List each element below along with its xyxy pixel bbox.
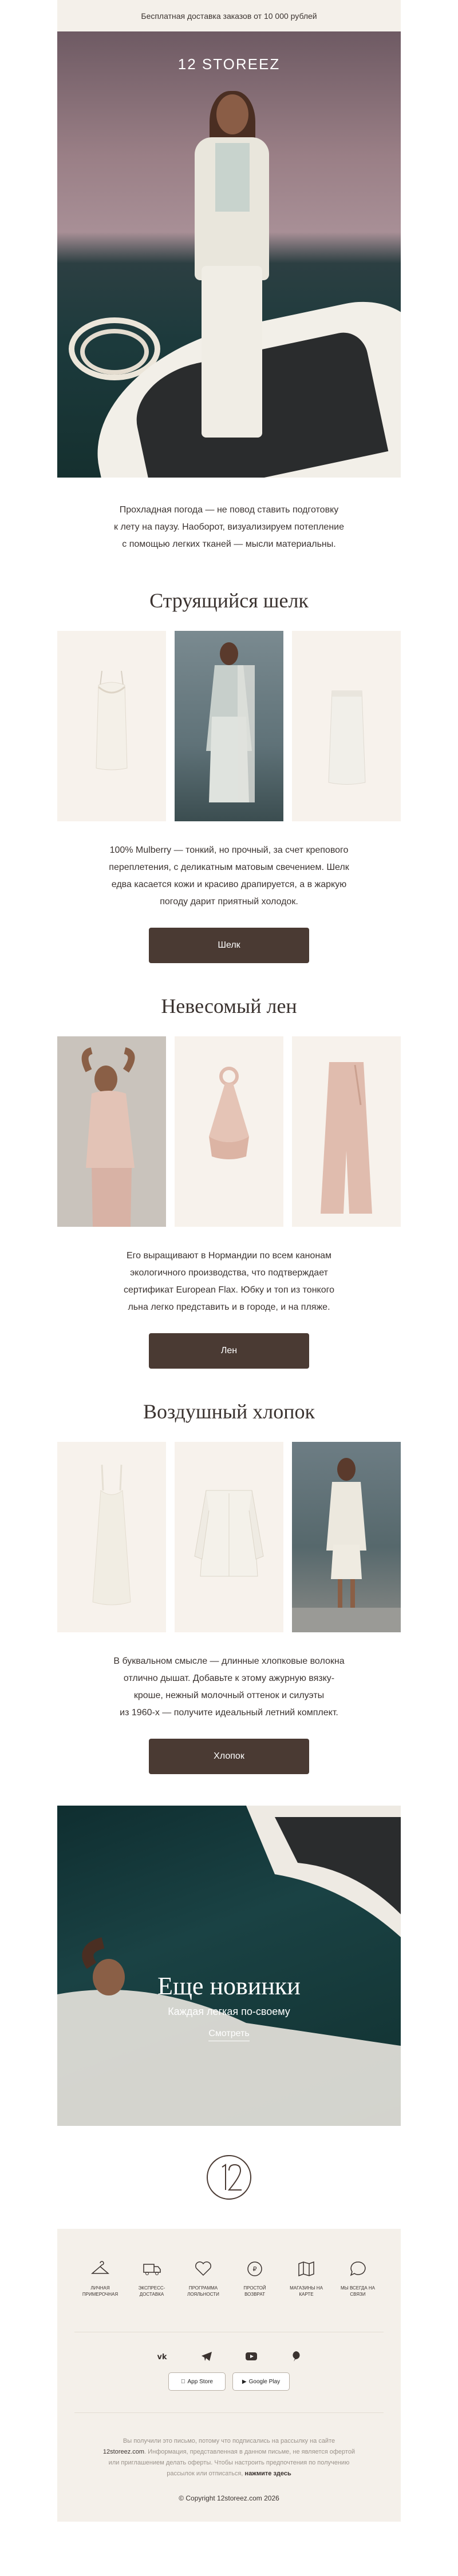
linen-title: Невесомый лен — [161, 995, 297, 1017]
silk-description: 100% Mulberry — тонкий, но прочный, за с… — [109, 845, 349, 907]
free-delivery-text: Бесплатная доставка заказов от 10 000 ру… — [141, 11, 317, 21]
new-arrivals-title: Еще новинки — [157, 1972, 301, 2000]
map-icon — [298, 2261, 314, 2277]
youtube-icon[interactable] — [244, 2350, 258, 2363]
apple-icon:  — [181, 2379, 185, 2385]
heart-icon — [195, 2261, 211, 2276]
footer: ЛИЧНАЯ ПРИМЕРОЧНАЯ ЭКСПРЕСС-ДОСТАВКА ПРО… — [57, 2229, 401, 2522]
hanger-icon — [90, 2261, 110, 2274]
site-link[interactable]: 12storeez.com — [103, 2448, 144, 2455]
cotton-jacket-image[interactable] — [175, 1442, 283, 1632]
svg-text:vk: vk — [157, 2353, 167, 2360]
free-delivery-banner[interactable]: Бесплатная доставка заказов от 10 000 ру… — [57, 0, 401, 31]
svg-text:₽: ₽ — [253, 2265, 257, 2273]
copyright: © Copyright 12storeez.com 2026 — [179, 2494, 279, 2502]
cotton-title: Воздушный хлопок — [143, 1400, 315, 1423]
legal-text: Вы получили это письмо, потому что подпи… — [102, 2438, 356, 2477]
linen-skirt-image[interactable] — [292, 1036, 401, 1227]
chat-icon — [350, 2261, 366, 2276]
footer-brand-logo[interactable] — [57, 2126, 401, 2229]
silk-camisole-image[interactable] — [57, 631, 166, 821]
new-arrivals-link[interactable]: Смотреть — [57, 2029, 401, 2041]
new-arrivals-subtitle: Каждая легкая по-своему — [168, 2006, 290, 2017]
google-play-icon: ▶ — [242, 2378, 247, 2385]
silk-button[interactable]: Шелк — [149, 928, 309, 963]
brand-logo[interactable]: 12 STOREEZ — [57, 55, 401, 73]
linen-halter-top-image[interactable] — [175, 1036, 283, 1227]
cotton-look-image[interactable] — [292, 1442, 401, 1632]
vk-icon[interactable]: vk — [155, 2350, 169, 2363]
linen-products — [57, 1036, 401, 1227]
linen-description: Его выращивают в Нормандии по всем канон… — [124, 1251, 334, 1312]
linen-look-image[interactable] — [57, 1036, 166, 1227]
rope-coil-inner — [80, 329, 149, 375]
telegram-icon[interactable] — [200, 2350, 214, 2363]
feature-stores-map[interactable]: МАГАЗИНЫ НА КАРТЕ — [286, 2257, 326, 2332]
pinterest-icon[interactable] — [289, 2350, 303, 2363]
social-links: vk — [57, 2332, 401, 2372]
silk-look-image[interactable] — [175, 631, 283, 821]
app-store-links:  App Store ▶ Google Play — [57, 2372, 401, 2412]
hero-image[interactable]: 12 STOREEZ — [57, 31, 401, 478]
silk-title: Струящийся шелк — [149, 589, 309, 612]
unsubscribe-link[interactable]: нажмите здесь — [244, 2470, 291, 2477]
silk-products — [57, 631, 401, 821]
feature-express-delivery[interactable]: ЭКСПРЕСС-ДОСТАВКА — [132, 2257, 172, 2332]
intro-text: Прохладная погода — не повод ставить под… — [114, 505, 344, 549]
delivery-truck-icon — [143, 2264, 161, 2275]
cotton-description: В буквальном смысле — длинные хлопковые … — [113, 1656, 345, 1718]
feature-support[interactable]: МЫ ВСЕГДА НА СВЯЗИ — [338, 2257, 378, 2332]
new-arrivals-banner[interactable]: Еще новинки Каждая легкая по-своему Смот… — [57, 1806, 401, 2126]
refund-icon: ₽ — [247, 2261, 262, 2276]
silk-skirt-image[interactable] — [292, 631, 401, 821]
feature-list: ЛИЧНАЯ ПРИМЕРОЧНАЯ ЭКСПРЕСС-ДОСТАВКА ПРО… — [57, 2229, 401, 2332]
model-figure — [195, 91, 269, 438]
feature-returns[interactable]: ₽ ПРОСТОЙ ВОЗВРАТ — [235, 2257, 275, 2332]
email-container: Бесплатная доставка заказов от 10 000 ру… — [57, 0, 401, 2522]
feature-loyalty[interactable]: ПРОГРАММА ЛОЯЛЬНОСТИ — [183, 2257, 223, 2332]
feature-fitting-room[interactable]: ЛИЧНАЯ ПРИМЕРОЧНАЯ — [80, 2257, 120, 2332]
linen-button[interactable]: Лен — [149, 1333, 309, 1369]
cotton-products — [57, 1442, 401, 1632]
cotton-button[interactable]: Хлопок — [149, 1739, 309, 1774]
12storeez-monogram-icon — [207, 2155, 251, 2200]
cotton-dress-image[interactable] — [57, 1442, 166, 1632]
app-store-button[interactable]:  App Store — [168, 2372, 226, 2391]
google-play-button[interactable]: ▶ Google Play — [232, 2372, 290, 2391]
